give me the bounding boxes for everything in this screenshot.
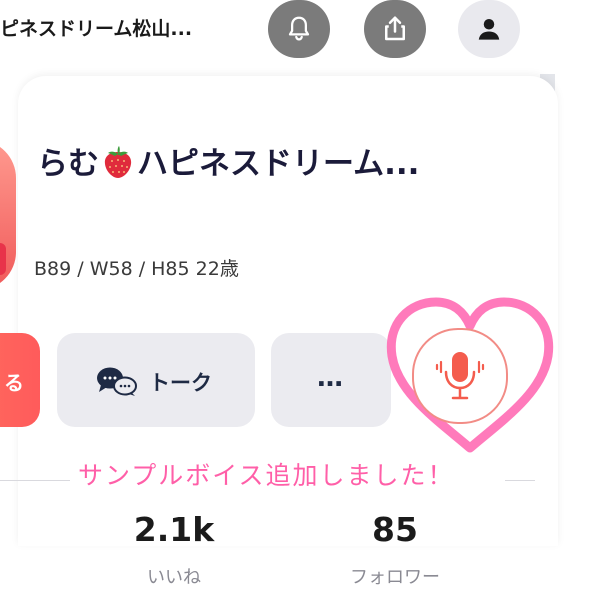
profile-name-first: らむ xyxy=(37,146,99,182)
likes-count: 2.1k xyxy=(133,510,215,549)
page-title: ピネスドリーム松山... xyxy=(0,18,193,40)
likes-stat[interactable]: 2.1k いいね xyxy=(94,510,254,589)
profile-name-shop: ハピネスドリーム... xyxy=(137,146,420,182)
microphone-icon xyxy=(435,352,485,400)
talk-label: トーク xyxy=(149,371,212,395)
sample-voice-button[interactable] xyxy=(412,328,508,424)
chat-bubbles-icon xyxy=(97,367,137,396)
strawberry-icon xyxy=(104,146,132,178)
followers-count: 85 xyxy=(372,510,418,549)
talk-button[interactable]: トーク xyxy=(57,333,255,427)
account-button[interactable] xyxy=(458,0,520,58)
share-button[interactable] xyxy=(364,0,426,58)
primary-action-label: る xyxy=(4,371,24,395)
share-icon xyxy=(385,16,405,41)
profile-screen: ピネスドリーム松山... らむ ハピネスドリーム... B89 / W58 / … xyxy=(0,0,600,600)
profile-measurements: B89 / W58 / H85 22歳 xyxy=(34,258,239,280)
followers-stat[interactable]: 85 フォロワー xyxy=(315,510,475,589)
divider-left xyxy=(0,480,70,481)
notification-button[interactable] xyxy=(268,0,330,58)
likes-label: いいね xyxy=(147,567,201,588)
followers-label: フォロワー xyxy=(350,567,440,588)
divider-right xyxy=(505,480,535,481)
user-icon xyxy=(478,19,500,40)
primary-action-button[interactable]: る xyxy=(0,333,40,427)
sample-voice-annotation: サンプルボイス追加しました！ xyxy=(78,461,455,490)
more-button[interactable]: … xyxy=(271,333,391,427)
profile-name: らむ ハピネスドリーム... xyxy=(37,138,507,183)
avatar-badge xyxy=(0,243,6,275)
more-label: … xyxy=(317,363,345,393)
bell-icon xyxy=(288,16,310,41)
